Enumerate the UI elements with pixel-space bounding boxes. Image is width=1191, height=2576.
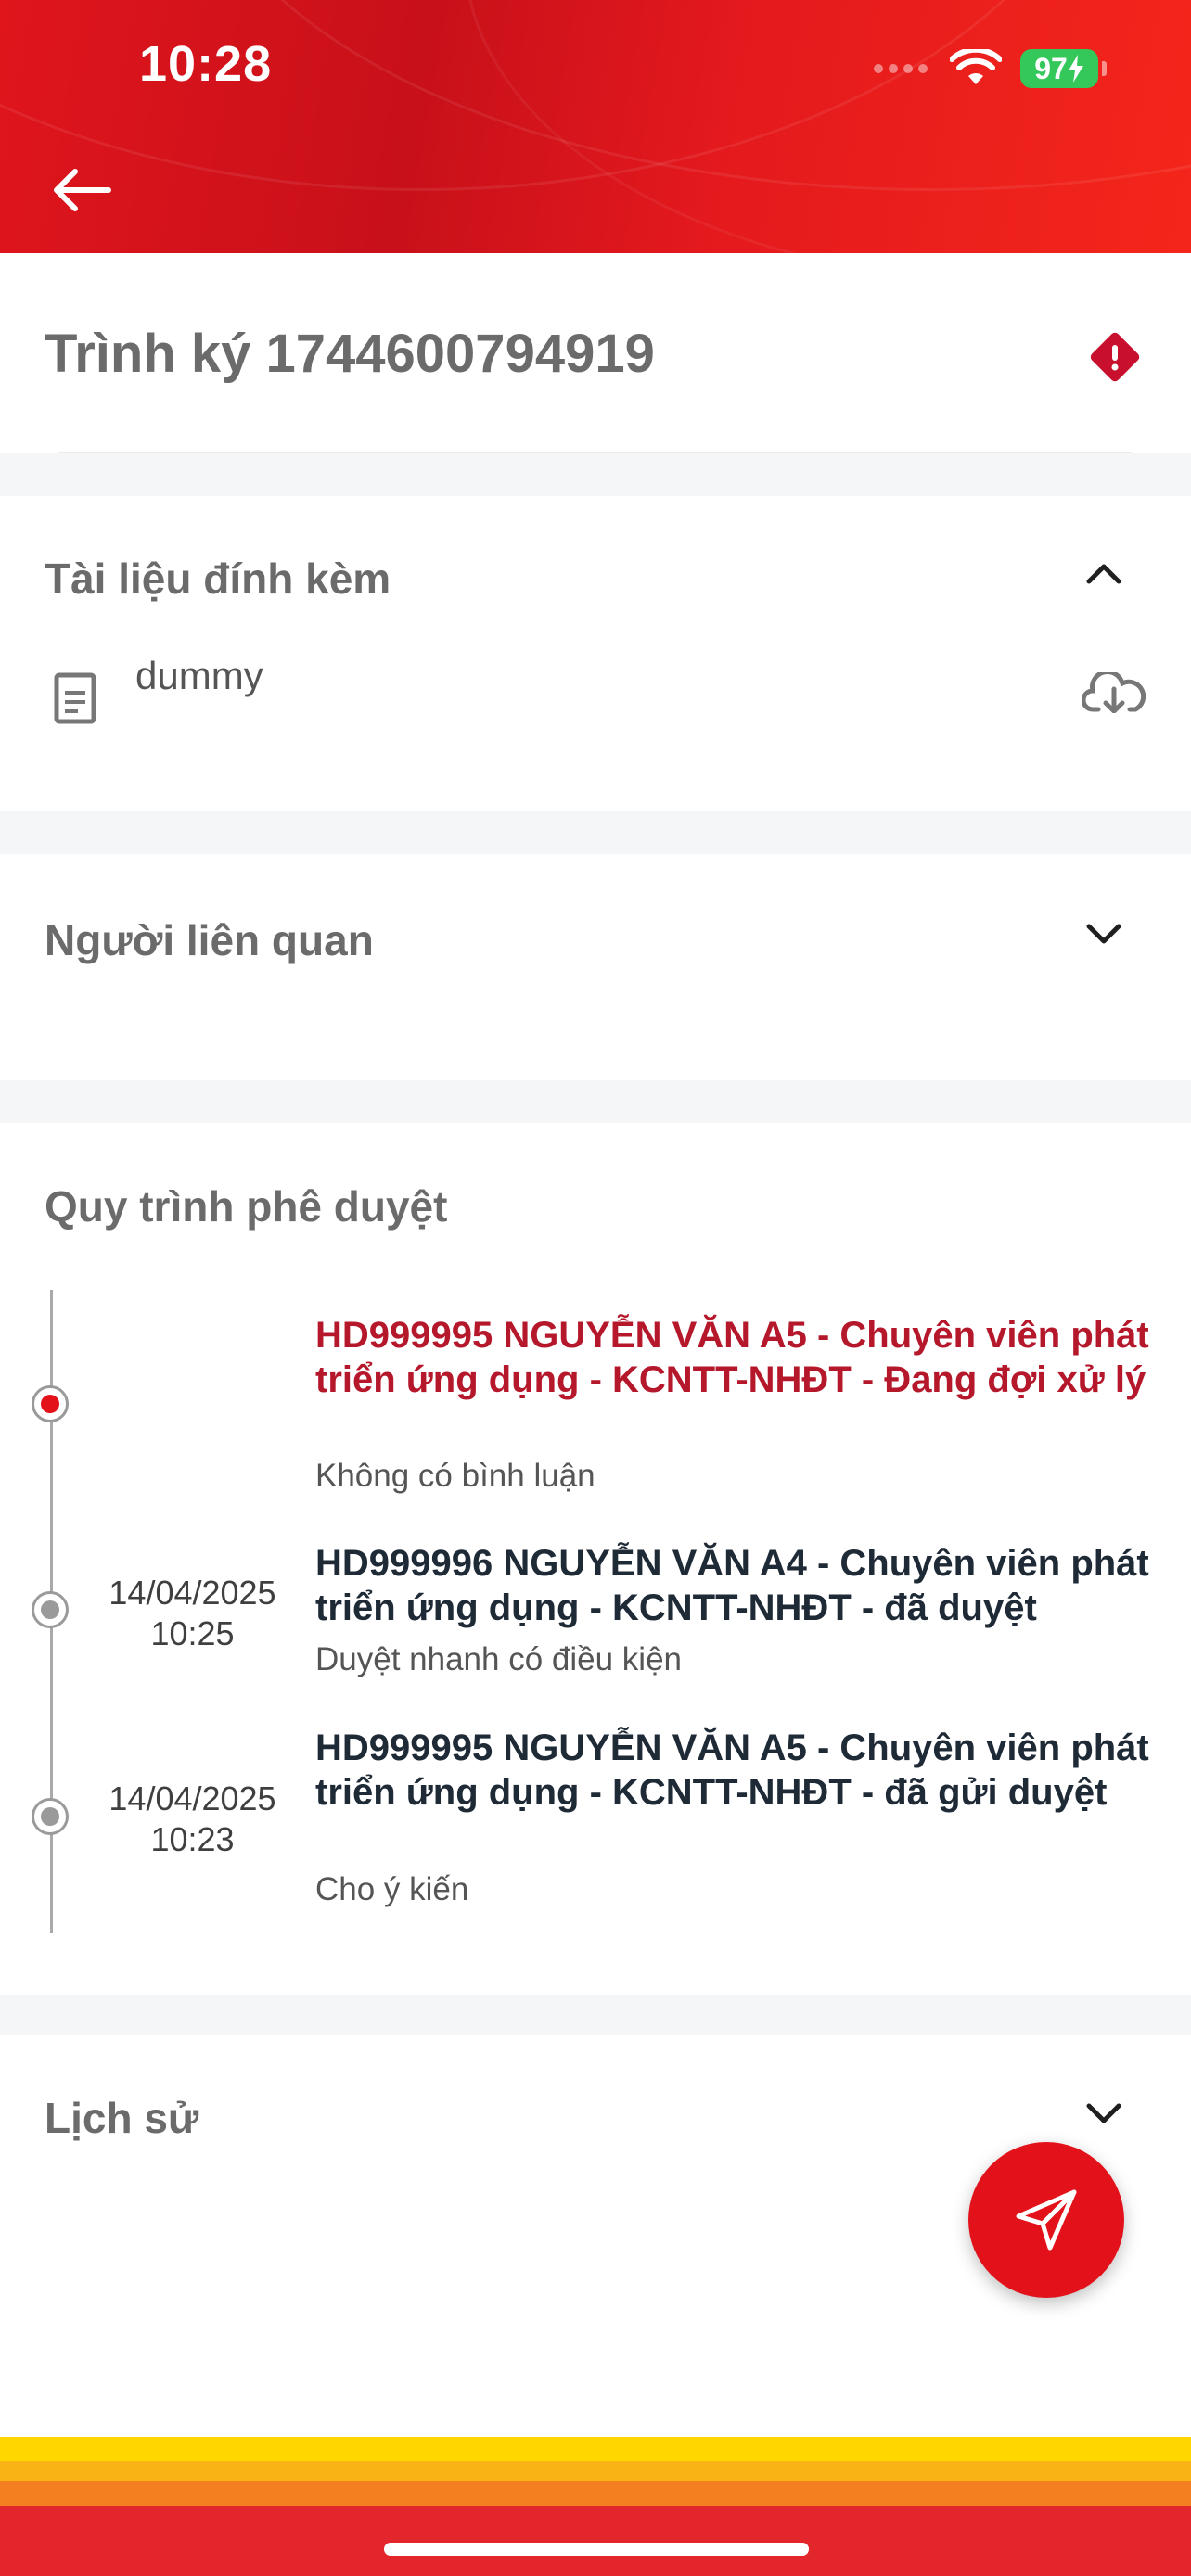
page-title: Trình ký 1744600794919: [45, 324, 655, 384]
section-gap: [0, 453, 1191, 496]
approval-step-comment: Không có bình luận: [315, 1458, 596, 1494]
home-indicator[interactable]: [384, 2543, 809, 2556]
timeline-node: [32, 1798, 69, 1835]
download-icon[interactable]: [1082, 672, 1146, 713]
related-people-section[interactable]: Người liên quan: [0, 854, 1191, 1080]
attachment-name: dummy: [135, 654, 263, 697]
attachment-item[interactable]: dummy: [45, 654, 1146, 728]
approval-step-comment: Duyệt nhanh có điều kiện: [315, 1641, 682, 1677]
app-header: 10:28 97: [0, 0, 1191, 253]
arrow-left-icon: [54, 169, 111, 211]
battery-level: 97: [1034, 51, 1068, 85]
section-gap: [0, 811, 1191, 854]
section-gap: [0, 1080, 1191, 1123]
timeline-node: [32, 1591, 69, 1628]
step-date: 14/04/2025: [109, 1574, 276, 1612]
status-time: 10:28: [139, 36, 273, 92]
approval-step-comment: Cho ý kiến: [315, 1871, 469, 1907]
status-icons: 97: [874, 46, 1107, 91]
step-time: 10:25: [150, 1614, 235, 1652]
diamond-alert-icon[interactable]: [1085, 327, 1145, 387]
wifi-icon: [950, 49, 1002, 84]
step-time: 10:23: [150, 1820, 235, 1858]
approval-step-date: 14/04/2025 10:25: [93, 1573, 292, 1654]
chevron-down-icon[interactable]: [1082, 2091, 1126, 2136]
send-button[interactable]: [968, 2142, 1124, 2298]
header-decoration: [464, 0, 1191, 253]
send-icon: [1016, 2189, 1077, 2251]
timeline-node-current: [32, 1385, 69, 1422]
approval-step-title: HD999995 NGUYỄN VĂN A5 - Chuyên viên phá…: [315, 1315, 1149, 1400]
chevron-up-icon[interactable]: [1082, 552, 1126, 596]
attachments-title: Tài liệu đính kèm: [45, 555, 391, 603]
attachment-list: dummy: [0, 644, 1191, 728]
back-button[interactable]: [45, 158, 119, 223]
charging-bolt-icon: [1068, 55, 1083, 83]
related-people-title: Người liên quan: [45, 916, 374, 964]
approval-process-title: Quy trình phê duyệt: [45, 1182, 448, 1231]
step-date: 14/04/2025: [109, 1779, 276, 1817]
file-icon: [54, 672, 96, 724]
document-title-section: Trình ký 1744600794919: [0, 253, 1191, 453]
approval-step-title: HD999996 NGUYỄN VĂN A4 - Chuyên viên phá…: [315, 1543, 1149, 1628]
approval-step-date: 14/04/2025 10:23: [93, 1779, 292, 1860]
battery-icon: 97: [1020, 49, 1107, 88]
chevron-down-icon[interactable]: [1082, 912, 1126, 956]
cellular-signal-icon: [874, 64, 928, 73]
section-gap: [0, 1995, 1191, 2035]
approval-step-title: HD999995 NGUYỄN VĂN A5 - Chuyên viên phá…: [315, 1728, 1149, 1813]
history-title: Lịch sử: [45, 2094, 199, 2142]
attachments-section: Tài liệu đính kèm dummy: [0, 496, 1191, 811]
